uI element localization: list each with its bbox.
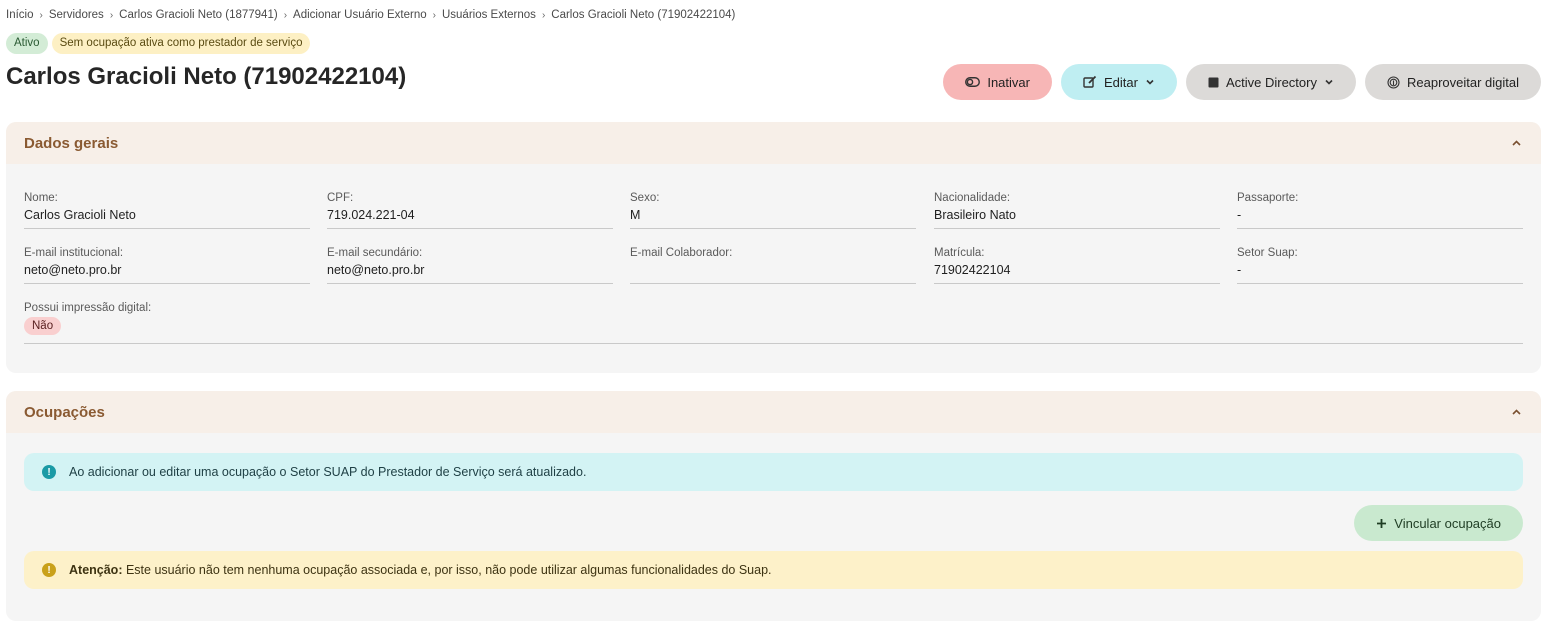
breadcrumb-current: Carlos Gracioli Neto (71902422104) <box>551 9 736 21</box>
chevron-up-icon[interactable] <box>1509 136 1523 150</box>
field-label: CPF: <box>327 192 354 204</box>
edit-button[interactable]: Editar <box>1060 64 1177 100</box>
toggle-icon <box>965 77 981 87</box>
page-title: Carlos Gracioli Neto (71902422104) <box>6 63 407 90</box>
chevron-up-icon[interactable] <box>1509 405 1523 419</box>
info-icon: ! <box>42 465 56 479</box>
warning-strong: Atenção: <box>69 563 123 577</box>
reuse-fingerprint-button[interactable]: Reaproveitar digital <box>1364 64 1541 100</box>
fingerprint-status-badge: Não <box>24 317 62 335</box>
field-label: Passaporte: <box>1237 192 1299 204</box>
occupation-badge: Sem ocupação ativa como prestador de ser… <box>51 33 311 54</box>
breadcrumb-link-adicionar[interactable]: Adicionar Usuário Externo <box>293 9 427 21</box>
field-value: Brasileiro Nato <box>934 208 1016 222</box>
breadcrumb: Início › Servidores › Carlos Gracioli Ne… <box>6 9 735 21</box>
field-cpf: CPF: 719.024.221-04 <box>327 191 613 229</box>
field-value: neto@neto.pro.br <box>327 263 425 277</box>
field-value: 71902422104 <box>934 263 1011 277</box>
breadcrumb-link-inicio[interactable]: Início <box>6 9 34 21</box>
breadcrumb-link-externos[interactable]: Usuários Externos <box>442 9 536 21</box>
edit-icon <box>1083 75 1097 89</box>
field-impressao-digital: Possui impressão digital: Não <box>24 301 1523 344</box>
field-value: - <box>1237 263 1242 277</box>
field-value: Carlos Gracioli Neto <box>24 208 136 222</box>
field-nacionalidade: Nacionalidade: Brasileiro Nato <box>934 191 1220 229</box>
field-passaporte: Passaporte: - <box>1237 191 1523 229</box>
square-icon <box>1208 77 1219 88</box>
field-label: Nome: <box>24 192 58 204</box>
panel-title: Ocupações <box>24 403 105 421</box>
field-label: Setor Suap: <box>1237 247 1298 259</box>
fingerprint-icon <box>1387 75 1400 89</box>
general-data-header[interactable]: Dados gerais <box>6 122 1541 164</box>
field-sexo: Sexo: M <box>630 191 916 229</box>
chevron-right-icon: › <box>39 9 43 21</box>
breadcrumb-link-servidores[interactable]: Servidores <box>49 9 104 21</box>
field-value: - <box>1237 208 1242 222</box>
status-badges: Ativo Sem ocupação ativa como prestador … <box>6 33 311 54</box>
warning-alert-text: Atenção: Este usuário não tem nenhuma oc… <box>69 563 772 577</box>
field-label: E-mail Colaborador: <box>630 247 733 259</box>
active-directory-button[interactable]: Active Directory <box>1185 64 1356 100</box>
breadcrumb-link-servidor[interactable]: Carlos Gracioli Neto (1877941) <box>119 9 278 21</box>
warning-body: Este usuário não tem nenhuma ocupação as… <box>122 563 772 577</box>
edit-label: Editar <box>1103 74 1138 90</box>
field-value: neto@neto.pro.br <box>24 263 122 277</box>
occupations-header[interactable]: Ocupações <box>6 391 1541 433</box>
general-data-panel: Dados gerais Nome: Carlos Gracioli Neto … <box>6 122 1541 373</box>
occupations-panel: Ocupações ! Ao adicionar ou editar uma o… <box>6 391 1541 621</box>
chevron-down-icon <box>1324 77 1334 87</box>
chevron-right-icon: › <box>283 9 288 21</box>
info-alert: ! Ao adicionar ou editar uma ocupação o … <box>24 453 1523 491</box>
chevron-down-icon <box>1145 77 1155 87</box>
warning-icon: ! <box>42 563 56 577</box>
field-label: Matrícula: <box>934 247 985 259</box>
warning-alert: ! Atenção: Este usuário não tem nenhuma … <box>24 551 1523 589</box>
action-bar: Inativar Editar Active Directory Reaprov… <box>943 64 1541 100</box>
field-label: E-mail institucional: <box>24 247 124 259</box>
chevron-right-icon: › <box>109 9 114 21</box>
inactivate-button[interactable]: Inativar <box>943 64 1052 100</box>
field-setor-suap: Setor Suap: - <box>1237 246 1523 284</box>
field-label: Possui impressão digital: <box>24 302 152 314</box>
active-directory-label: Active Directory <box>1225 74 1317 90</box>
inactivate-label: Inativar <box>987 74 1030 90</box>
reuse-fingerprint-label: Reaproveitar digital <box>1406 74 1519 90</box>
panel-title: Dados gerais <box>24 134 119 152</box>
add-occupation-button[interactable]: Vincular ocupação <box>1354 505 1523 541</box>
field-matricula: Matrícula: 71902422104 <box>934 246 1220 284</box>
field-nome: Nome: Carlos Gracioli Neto <box>24 191 310 229</box>
field-value: 719.024.221-04 <box>327 208 415 222</box>
field-email-institucional: E-mail institucional: neto@neto.pro.br <box>24 246 310 284</box>
field-label: Nacionalidade: <box>934 192 1011 204</box>
plus-icon <box>1376 518 1387 529</box>
chevron-right-icon: › <box>432 9 436 21</box>
field-label: Sexo: <box>630 192 660 204</box>
status-badge: Ativo <box>6 33 48 54</box>
add-occupation-label: Vincular ocupação <box>1394 515 1501 531</box>
info-alert-text: Ao adicionar ou editar uma ocupação o Se… <box>69 465 587 479</box>
field-value: M <box>630 208 641 222</box>
field-label: E-mail secundário: <box>327 247 423 259</box>
field-email-secundario: E-mail secundário: neto@neto.pro.br <box>327 246 613 284</box>
field-email-colaborador: E-mail Colaborador: <box>630 246 916 284</box>
chevron-right-icon: › <box>541 9 546 21</box>
